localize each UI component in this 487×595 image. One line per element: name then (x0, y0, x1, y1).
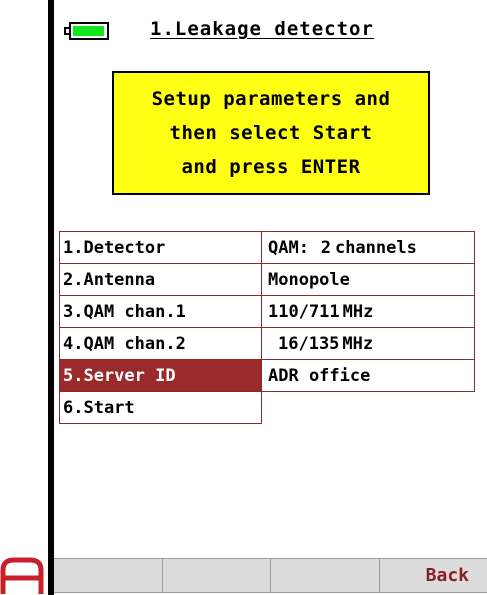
instruction-line-3: and press ENTER (181, 156, 361, 178)
battery-icon (64, 22, 110, 40)
page-title: 1.Leakage detector (150, 18, 374, 40)
back-button[interactable]: Back (380, 559, 487, 592)
header-bar: 1.Leakage detector (54, 10, 487, 50)
param-value-server-id[interactable]: ADR office (261, 359, 475, 392)
instruction-box: Setup parameters and then select Start a… (112, 71, 430, 195)
param-row-start[interactable]: 6.Start (59, 391, 475, 424)
param-row-server-id[interactable]: 5.Server ID ADR office (59, 359, 475, 392)
softkey-3[interactable] (271, 559, 380, 592)
softkey-bar: Back (54, 558, 487, 593)
param-label-detector[interactable]: 1.Detector (59, 231, 262, 264)
parameter-table: 1.Detector QAM: 2 channels 2.Antenna Monop… (59, 231, 475, 424)
softkey-1[interactable] (54, 559, 163, 592)
param-row-detector[interactable]: 1.Detector QAM: 2 channels (59, 231, 475, 264)
param-label-qam-chan-2[interactable]: 4.QAM chan.2 (59, 327, 262, 360)
device-screen: 1.Leakage detector Setup parameters and … (48, 0, 487, 595)
param-label-start[interactable]: 6.Start (59, 391, 262, 424)
brand-logo (0, 557, 44, 594)
param-value-antenna[interactable]: Monopole (261, 263, 475, 296)
param-value-detector[interactable]: QAM: 2 channels (261, 231, 475, 264)
instruction-line-1: Setup parameters and (151, 88, 391, 110)
param-row-antenna[interactable]: 2.Antenna Monopole (59, 263, 475, 296)
instruction-line-2: then select Start (169, 122, 373, 144)
param-row-qam-chan-1[interactable]: 3.QAM chan.1 110/711 MHz (59, 295, 475, 328)
param-label-qam-chan-1[interactable]: 3.QAM chan.1 (59, 295, 262, 328)
param-row-qam-chan-2[interactable]: 4.QAM chan.2 16/135 MHz (59, 327, 475, 360)
softkey-2[interactable] (163, 559, 271, 592)
param-value-qam-chan-2[interactable]: 16/135 MHz (261, 327, 475, 360)
param-value-qam-chan-1[interactable]: 110/711 MHz (261, 295, 475, 328)
param-value-start (261, 391, 475, 424)
param-label-antenna[interactable]: 2.Antenna (59, 263, 262, 296)
param-label-server-id[interactable]: 5.Server ID (59, 359, 262, 392)
